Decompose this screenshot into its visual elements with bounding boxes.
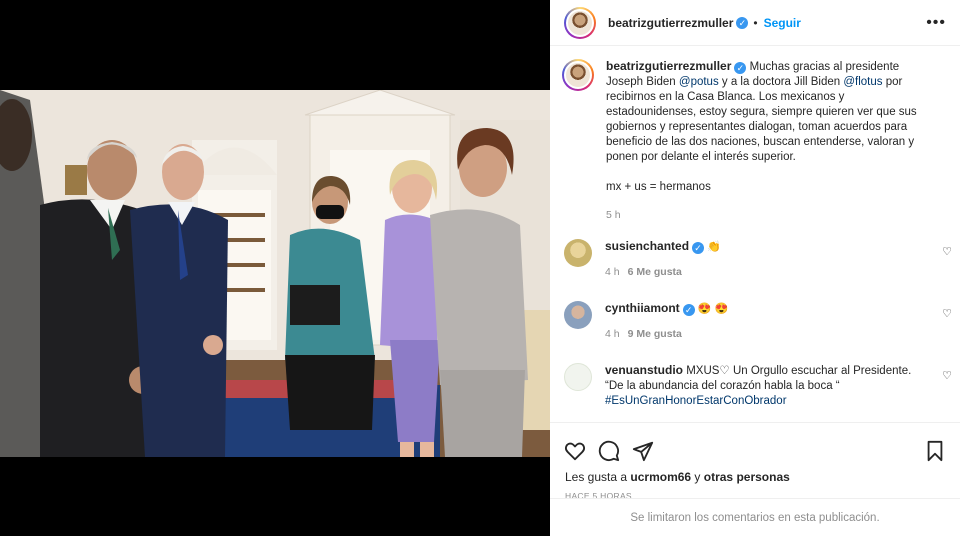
mention-potus[interactable]: @potus [679, 76, 719, 88]
verified-badge-icon: ✓ [736, 16, 749, 29]
likes-prefix: Les gusta a [565, 470, 631, 484]
post-header: beatrizgutierrezmuller ✓ • Seguir ••• [550, 0, 960, 46]
comment-time[interactable]: 4 h [605, 328, 620, 340]
photo-scene [0, 90, 550, 457]
caption-time[interactable]: 5 h [606, 209, 936, 221]
comment-text: 👏 [707, 241, 721, 253]
comment-hashtag[interactable]: #EsUnGranHonorEstarConObrador [605, 395, 787, 407]
caption-part: y a la doctora Jill Biden [718, 76, 844, 88]
like-comment-heart-icon[interactable]: ♡ [942, 369, 952, 382]
mention-flotus[interactable]: @flotus [843, 76, 882, 88]
follow-button[interactable]: Seguir [764, 16, 801, 30]
post-side-panel: beatrizgutierrezmuller ✓ • Seguir ••• be… [550, 0, 960, 536]
comments-closed-notice: Se limitaron los comentarios en esta pub… [550, 498, 960, 536]
likes-summary: Les gusta a ucrmom66 y otras personas [550, 467, 960, 484]
post-photo[interactable] [0, 90, 550, 457]
comment-meta: 4 h 9 Me gusta [605, 327, 923, 342]
post-actions: Les gusta a ucrmom66 y otras personas HA… [550, 422, 960, 536]
comments-list[interactable]: beatrizgutierrezmuller ✓ Muchas gracias a… [550, 47, 960, 422]
comment-likes[interactable]: 6 Me gusta [628, 266, 682, 278]
caption-hashline: mx + us = hermanos [606, 181, 711, 193]
comment-item: cynthiiamont ✓ 😍 😍 4 h 9 Me gusta ♡ [564, 301, 954, 342]
author-avatar[interactable] [564, 6, 596, 39]
post-media [0, 0, 550, 536]
share-send-icon[interactable] [632, 440, 654, 462]
likes-others[interactable]: otras personas [704, 470, 790, 484]
caption-text: beatrizgutierrezmuller ✓ Muchas gracias a… [606, 59, 936, 195]
verified-badge-icon: ✓ [734, 62, 747, 74]
comment-bubble-icon[interactable] [598, 440, 620, 462]
commenter-avatar[interactable] [564, 301, 592, 329]
caption: beatrizgutierrezmuller ✓ Muchas gracias a… [550, 47, 960, 221]
more-options-icon[interactable]: ••• [926, 14, 946, 32]
caption-username[interactable]: beatrizgutierrezmuller [606, 59, 731, 73]
verified-badge-icon: ✓ [692, 242, 705, 254]
comment-meta: 4 h 6 Me gusta [605, 265, 923, 280]
save-bookmark-icon[interactable] [924, 440, 946, 462]
comment-time[interactable]: 4 h [605, 266, 620, 278]
comment-username[interactable]: venuanstudio [605, 363, 683, 377]
caption-part: por recibirnos en la Casa Blanca. Los me… [606, 76, 917, 163]
comment-item: susienchanted ✓ 👏 4 h 6 Me gusta ♡ [564, 239, 954, 280]
comment-text: 😍 😍 [697, 303, 729, 315]
verified-badge-icon: ✓ [682, 304, 695, 316]
commenter-avatar[interactable] [564, 363, 592, 391]
like-comment-heart-icon[interactable]: ♡ [942, 245, 952, 258]
comment-username[interactable]: cynthiiamont [605, 301, 680, 315]
action-icons [550, 423, 960, 467]
separator-dot: • [753, 15, 758, 30]
comment-likes[interactable]: 9 Me gusta [628, 328, 682, 340]
likes-mid: y [691, 470, 704, 484]
likes-user[interactable]: ucrmom66 [630, 470, 691, 484]
comment-item: venuanstudio MXUS♡ Un Orgullo escuchar a… [564, 363, 954, 409]
comment-username[interactable]: susienchanted [605, 239, 689, 253]
like-comment-heart-icon[interactable]: ♡ [942, 307, 952, 320]
like-heart-icon[interactable] [564, 440, 586, 462]
caption-avatar[interactable] [562, 59, 594, 91]
commenter-avatar[interactable] [564, 239, 592, 267]
author-username[interactable]: beatrizgutierrezmuller [608, 16, 733, 30]
